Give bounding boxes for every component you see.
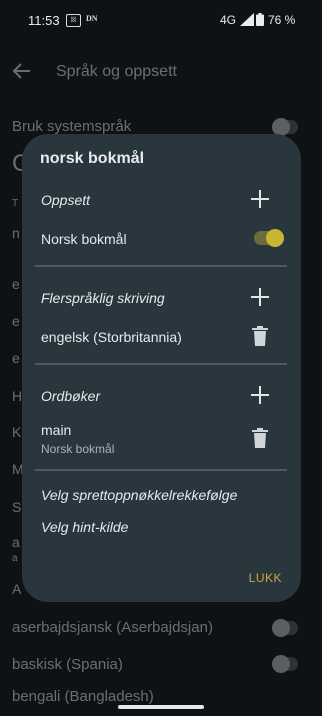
language-row-azerbaijani[interactable]: aserbajdsjansk (Aserbajdsjan) xyxy=(12,619,213,636)
back-arrow-icon[interactable] xyxy=(12,62,32,80)
signal-icon xyxy=(240,13,254,26)
language-row-basque[interactable]: baskisk (Spania) xyxy=(12,656,123,673)
list-item-partial[interactable]: e xyxy=(12,313,20,329)
battery-icon xyxy=(256,13,264,26)
dictionary-subtitle: Norsk bokmål xyxy=(41,442,115,456)
multilingual-item-label[interactable]: engelsk (Storbritannia) xyxy=(41,329,182,345)
list-item-partial[interactable]: K xyxy=(12,424,21,440)
home-indicator[interactable] xyxy=(118,705,204,709)
list-item-partial[interactable]: S xyxy=(12,499,21,515)
toggle-knob xyxy=(266,229,284,247)
dictionaries-section-heading: Ordbøker xyxy=(41,388,101,404)
network-type: 4G xyxy=(220,13,237,27)
list-item-partial[interactable]: H xyxy=(12,388,22,404)
notification-icon: ☒ xyxy=(66,14,81,27)
language-toggle-azerbaijani[interactable] xyxy=(272,619,298,637)
page-title: Språk og oppsett xyxy=(56,63,177,80)
list-item-partial: T xyxy=(12,198,19,209)
add-layout-plus-icon[interactable] xyxy=(250,189,270,209)
divider xyxy=(35,265,287,267)
trash-icon[interactable] xyxy=(252,428,268,448)
layout-item-label[interactable]: Norsk bokmål xyxy=(41,231,127,247)
list-item-partial[interactable]: a xyxy=(12,534,20,550)
add-multilingual-plus-icon[interactable] xyxy=(250,287,270,307)
add-dictionary-plus-icon[interactable] xyxy=(250,385,270,405)
list-item-partial[interactable]: A xyxy=(12,581,21,597)
layout-section-heading: Oppsett xyxy=(41,192,91,208)
list-item-partial[interactable]: e xyxy=(12,350,20,366)
language-row-bengali[interactable]: bengali (Bangladesh) xyxy=(12,688,154,705)
toggle-knob xyxy=(272,619,290,637)
dictionary-name[interactable]: main xyxy=(41,422,71,438)
multilingual-section-heading: Flerspråklig skriving xyxy=(41,290,165,306)
hint-source-action[interactable]: Velg hint-kilde xyxy=(41,519,128,535)
close-button[interactable]: LUKK xyxy=(249,571,282,585)
system-language-toggle[interactable] xyxy=(272,118,298,136)
language-dialog: norsk bokmål Oppsett Norsk bokmål Flersp… xyxy=(22,134,301,602)
dialog-title: norsk bokmål xyxy=(40,150,145,167)
status-time: 11:53 xyxy=(28,13,60,28)
layout-toggle[interactable] xyxy=(254,229,284,247)
list-item-partial[interactable]: n xyxy=(12,225,20,241)
trash-icon[interactable] xyxy=(252,326,268,346)
toggle-knob xyxy=(272,655,290,673)
language-toggle-basque[interactable] xyxy=(272,655,298,673)
system-language-label[interactable]: Bruk systemspråk xyxy=(12,118,131,135)
list-item-partial[interactable]: e xyxy=(12,276,20,292)
battery-percent: 76 % xyxy=(268,13,296,27)
newspaper-notification-icon: DN xyxy=(86,14,98,23)
divider xyxy=(35,469,287,471)
divider xyxy=(35,363,287,365)
status-bar: 11:53 ☒ DN 4G 76 % xyxy=(0,0,322,40)
list-item-partial: a xyxy=(12,553,18,564)
popup-key-order-action[interactable]: Velg sprettoppnøkkelrekkefølge xyxy=(41,487,237,503)
